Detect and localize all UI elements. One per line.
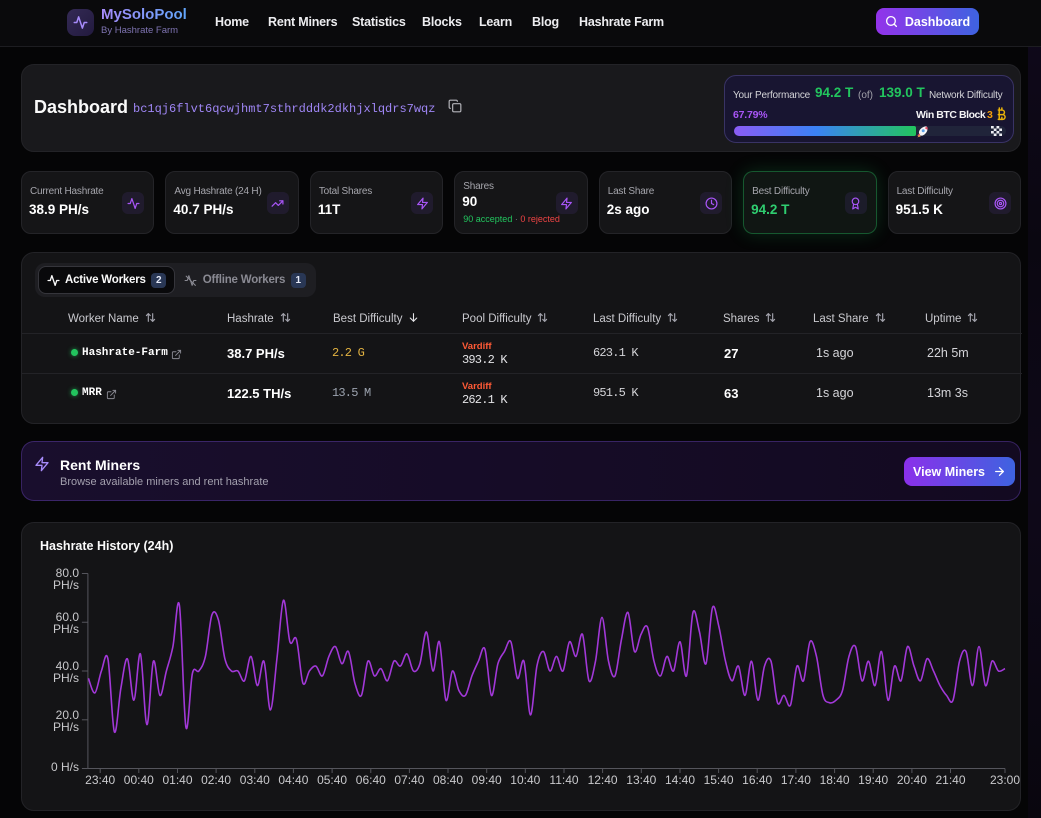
svg-text:20:40: 20:40: [897, 773, 927, 787]
svg-text:21:40: 21:40: [935, 773, 965, 787]
svg-text:12:40: 12:40: [588, 773, 618, 787]
svg-text:17:40: 17:40: [781, 773, 811, 787]
svg-text:09:40: 09:40: [472, 773, 502, 787]
svg-text:PH/s: PH/s: [53, 720, 79, 734]
svg-text:03:40: 03:40: [240, 773, 270, 787]
svg-text:PH/s: PH/s: [53, 622, 79, 636]
svg-text:10:40: 10:40: [510, 773, 540, 787]
svg-text:00:40: 00:40: [124, 773, 154, 787]
svg-text:PH/s: PH/s: [53, 578, 79, 592]
svg-text:15:40: 15:40: [704, 773, 734, 787]
svg-text:16:40: 16:40: [742, 773, 772, 787]
svg-text:0 H/s: 0 H/s: [51, 760, 79, 774]
svg-text:01:40: 01:40: [162, 773, 192, 787]
svg-text:07:40: 07:40: [394, 773, 424, 787]
svg-text:23:40: 23:40: [85, 773, 115, 787]
svg-text:23:00: 23:00: [990, 773, 1020, 787]
svg-text:13:40: 13:40: [626, 773, 656, 787]
svg-text:02:40: 02:40: [201, 773, 231, 787]
svg-text:05:40: 05:40: [317, 773, 347, 787]
svg-text:19:40: 19:40: [858, 773, 888, 787]
svg-text:06:40: 06:40: [356, 773, 386, 787]
svg-text:11:40: 11:40: [549, 773, 578, 787]
svg-text:PH/s: PH/s: [53, 671, 79, 685]
svg-text:14:40: 14:40: [665, 773, 695, 787]
svg-text:08:40: 08:40: [433, 773, 463, 787]
svg-text:04:40: 04:40: [278, 773, 308, 787]
svg-text:18:40: 18:40: [820, 773, 850, 787]
